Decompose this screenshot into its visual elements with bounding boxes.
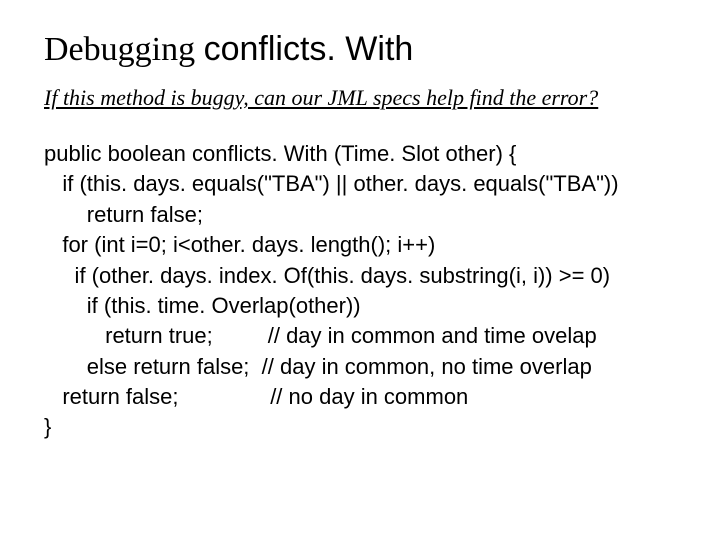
code-line: if (this. time. Overlap(other))	[44, 293, 361, 318]
code-line: }	[44, 414, 51, 439]
code-line: if (other. days. index. Of(this. days. s…	[44, 263, 610, 288]
slide: Debugging conflicts. With If this method…	[0, 0, 720, 540]
code-line: return false;	[44, 202, 203, 227]
code-line: for (int i=0; i<other. days. length(); i…	[44, 232, 435, 257]
code-line: if (this. days. equals("TBA") || other. …	[44, 171, 619, 196]
code-line: else return false; // day in common, no …	[44, 354, 592, 379]
code-line: public boolean conflicts. With (Time. Sl…	[44, 141, 516, 166]
slide-title: Debugging conflicts. With	[44, 30, 682, 69]
slide-subtitle: If this method is buggy, can our JML spe…	[44, 85, 682, 111]
code-line: return true; // day in common and time o…	[44, 323, 597, 348]
code-block: public boolean conflicts. With (Time. Sl…	[44, 139, 682, 443]
title-part-sans: conflicts. With	[204, 30, 414, 68]
code-line: return false; // no day in common	[44, 384, 468, 409]
title-part-serif: Debugging	[44, 31, 204, 68]
